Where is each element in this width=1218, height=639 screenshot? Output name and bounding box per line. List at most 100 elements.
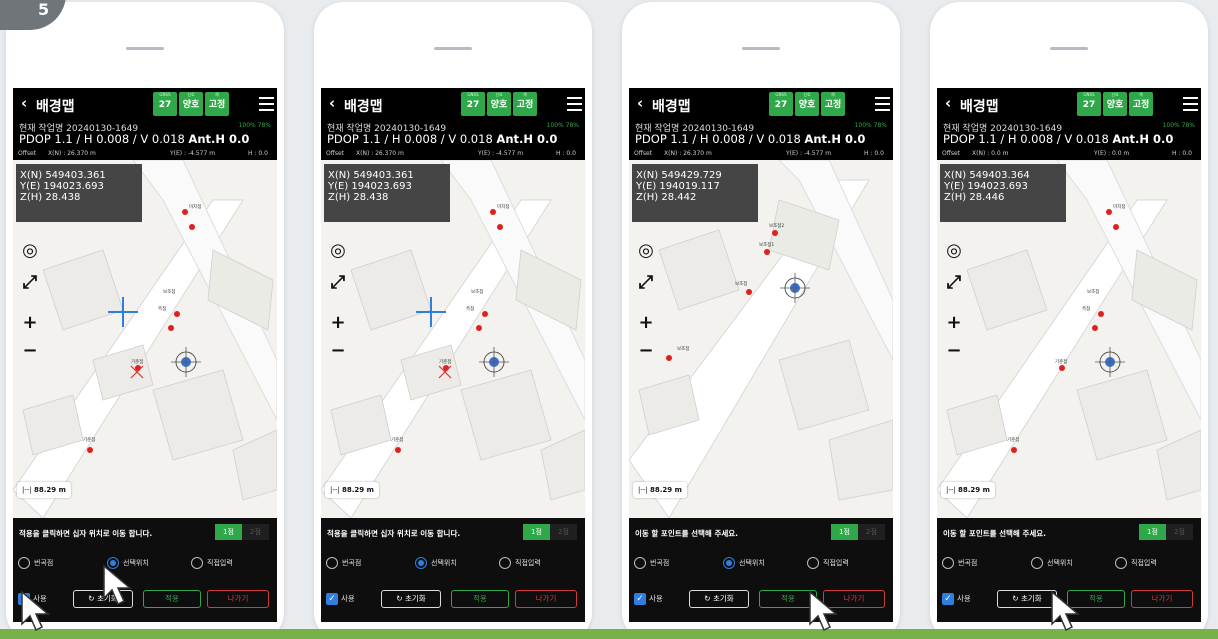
apply-button[interactable]: 적용 bbox=[451, 590, 509, 608]
svg-text:기준점: 기준점 bbox=[391, 436, 403, 443]
radio-point[interactable]: 번곡점 bbox=[942, 556, 977, 570]
fullscreen-icon[interactable]: ⤢ bbox=[327, 272, 349, 294]
app-header: ‹ 배경맵 GNSS 27 신호 양호 해 고정 현재 작업명 20240130-16… bbox=[321, 88, 585, 160]
menu-icon[interactable] bbox=[567, 97, 582, 115]
pointer-cursor-icon bbox=[103, 564, 133, 606]
zoom-out-icon[interactable]: − bbox=[327, 340, 349, 362]
coord-y: Y(E) 194023.693 bbox=[328, 181, 412, 192]
pointer-cursor-icon bbox=[1051, 590, 1081, 632]
bottom-accent-bar bbox=[0, 629, 1218, 639]
use-checkbox[interactable]: ✓사용 bbox=[634, 592, 663, 605]
check-icon: ✓ bbox=[634, 593, 646, 605]
zoom-out-icon[interactable]: − bbox=[943, 340, 965, 362]
chevron-left-icon[interactable]: ‹ bbox=[329, 94, 335, 112]
radio-direct-input[interactable]: 직접입력 bbox=[499, 556, 541, 570]
phone-card-4: ‹ 배경맵 GNSS 27 신호 양호 해 고정 현재 작업명 20240130-16… bbox=[930, 2, 1208, 639]
map-scale: |--| 88.29 m bbox=[325, 482, 379, 498]
chevron-left-icon[interactable]: ‹ bbox=[945, 94, 951, 112]
locate-icon[interactable]: ◎ bbox=[943, 240, 965, 262]
step-two-button[interactable]: 2점 bbox=[1166, 524, 1193, 540]
reset-button[interactable]: ↻ 초기화 bbox=[381, 590, 441, 608]
fix-chip: 해 고정 bbox=[513, 92, 537, 116]
drag-handle bbox=[126, 47, 164, 50]
menu-icon[interactable] bbox=[875, 97, 890, 115]
chevron-left-icon[interactable]: ‹ bbox=[21, 94, 27, 112]
step-one-button[interactable]: 1점 bbox=[1139, 524, 1166, 540]
radio-point[interactable]: 번곡점 bbox=[18, 556, 53, 570]
app-screen: ‹ 배경맵 GNSS 27 신호 양호 해 고정 현재 작업명 20240130-16… bbox=[13, 88, 277, 622]
battery-status: 100% 78% bbox=[854, 122, 887, 129]
chevron-left-icon[interactable]: ‹ bbox=[637, 94, 643, 112]
zoom-in-icon[interactable]: + bbox=[327, 312, 349, 334]
reset-button[interactable]: ↻ 초기화 bbox=[689, 590, 749, 608]
gnss-count-chip: GNSS 27 bbox=[461, 92, 485, 116]
radio-selected-position[interactable]: 선택위치 bbox=[415, 556, 457, 570]
step-one-button[interactable]: 1점 bbox=[215, 524, 242, 540]
fullscreen-icon[interactable]: ⤢ bbox=[19, 272, 41, 294]
step-toggle: 1점 2점 bbox=[215, 524, 269, 540]
locate-icon[interactable]: ◎ bbox=[327, 240, 349, 262]
phone-card-2: ‹ 배경맵 GNSS 27 신호 양호 해 고정 현재 작업명 20240130-16… bbox=[314, 2, 592, 639]
locate-icon[interactable]: ◎ bbox=[19, 240, 41, 262]
background-map[interactable]: 미지점 보조점 측점 기준점 기준점 X(N) 549403.361 Y(E) … bbox=[13, 160, 277, 518]
menu-icon[interactable] bbox=[259, 97, 274, 115]
zoom-out-icon[interactable]: − bbox=[19, 340, 41, 362]
fix-chip: 해 고정 bbox=[821, 92, 845, 116]
step-number: 5 bbox=[38, 0, 50, 19]
step-two-button[interactable]: 2점 bbox=[550, 524, 577, 540]
svg-text:보조점: 보조점 bbox=[471, 288, 483, 295]
background-map[interactable]: 미지점 보조점 측점 기준점 기준점 X(N) 549403.361 Y(E) … bbox=[321, 160, 585, 518]
battery-status: 100% 78% bbox=[1162, 122, 1195, 129]
fullscreen-icon[interactable]: ⤢ bbox=[635, 272, 657, 294]
use-checkbox[interactable]: ✓사용 bbox=[326, 592, 355, 605]
radio-point[interactable]: 번곡점 bbox=[634, 556, 669, 570]
coord-z: Z(H) 28.446 bbox=[944, 192, 1005, 203]
header-title[interactable]: 배경맵 bbox=[960, 96, 999, 116]
coord-z: Z(H) 28.438 bbox=[20, 192, 81, 203]
locate-icon[interactable]: ◎ bbox=[635, 240, 657, 262]
exit-button[interactable]: 나가기 bbox=[207, 590, 269, 608]
app-screen: ‹ 배경맵 GNSS 27 신호 양호 해 고정 현재 작업명 20240130-16… bbox=[321, 88, 585, 622]
radio-point[interactable]: 번곡점 bbox=[326, 556, 361, 570]
fullscreen-icon[interactable]: ⤢ bbox=[943, 272, 965, 294]
zoom-in-icon[interactable]: + bbox=[943, 312, 965, 334]
app-screen: ‹ 배경맵 GNSS 27 신호 양호 해 고정 현재 작업명 20240130-16… bbox=[937, 88, 1201, 622]
use-checkbox[interactable]: ✓사용 bbox=[942, 592, 971, 605]
step-one-button[interactable]: 1점 bbox=[523, 524, 550, 540]
header-title[interactable]: 배경맵 bbox=[344, 96, 383, 116]
precision-line: PDOP 1.1 / H 0.008 / V 0.018 Ant.H 0.0 bbox=[19, 132, 250, 146]
exit-button[interactable]: 나가기 bbox=[1131, 590, 1193, 608]
instruction-message: 적용을 클릭하면 십자 위치로 이동 합니다. bbox=[19, 529, 153, 538]
zoom-in-icon[interactable]: + bbox=[635, 312, 657, 334]
background-map[interactable]: 미지점 보조점 측점 기준점 기준점 X(N) 549403.364 Y(E) … bbox=[937, 160, 1201, 518]
menu-icon[interactable] bbox=[1183, 97, 1198, 115]
step-two-button[interactable]: 2점 bbox=[858, 524, 885, 540]
header-title[interactable]: 배경맵 bbox=[652, 96, 691, 116]
zoom-out-icon[interactable]: − bbox=[635, 340, 657, 362]
exit-button[interactable]: 나가기 bbox=[515, 590, 577, 608]
step-one-button[interactable]: 1점 bbox=[831, 524, 858, 540]
map-scale: |--| 88.29 m bbox=[17, 482, 71, 498]
radio-direct-input[interactable]: 직접입력 bbox=[191, 556, 233, 570]
zoom-in-icon[interactable]: + bbox=[19, 312, 41, 334]
header-title[interactable]: 배경맵 bbox=[36, 96, 75, 116]
map-scale: |--| 88.29 m bbox=[633, 482, 687, 498]
precision-line: PDOP 1.1 / H 0.008 / V 0.018 Ant.H 0.0 bbox=[943, 132, 1174, 146]
gnss-count-chip: GNSS 27 bbox=[1077, 92, 1101, 116]
background-map[interactable]: 보조점2 보조점1 보조점 보조점 X(N) 549429.729 Y(E) 1… bbox=[629, 160, 893, 518]
coordinate-readout: X(N) 549403.361 Y(E) 194023.693 Z(H) 28.… bbox=[16, 164, 142, 222]
signal-chip: 신호 양호 bbox=[795, 92, 819, 116]
instruction-message: 이동 할 포인트를 선택해 주세요. bbox=[943, 529, 1046, 538]
step-two-button[interactable]: 2점 bbox=[242, 524, 269, 540]
step-toggle: 1점 2점 bbox=[1139, 524, 1193, 540]
apply-button[interactable]: 적용 bbox=[143, 590, 201, 608]
radio-direct-input[interactable]: 직접입력 bbox=[1115, 556, 1157, 570]
check-icon: ✓ bbox=[326, 593, 338, 605]
fix-chip: 해 고정 bbox=[205, 92, 229, 116]
radio-selected-position[interactable]: 선택위치 bbox=[723, 556, 765, 570]
radio-direct-input[interactable]: 직접입력 bbox=[807, 556, 849, 570]
phone-card-3: ‹ 배경맵 GNSS 27 신호 양호 해 고정 현재 작업명 20240130-16… bbox=[622, 2, 900, 639]
drag-handle bbox=[1050, 47, 1088, 50]
battery-status: 100% 78% bbox=[238, 122, 271, 129]
radio-selected-position[interactable]: 선택위치 bbox=[1031, 556, 1073, 570]
